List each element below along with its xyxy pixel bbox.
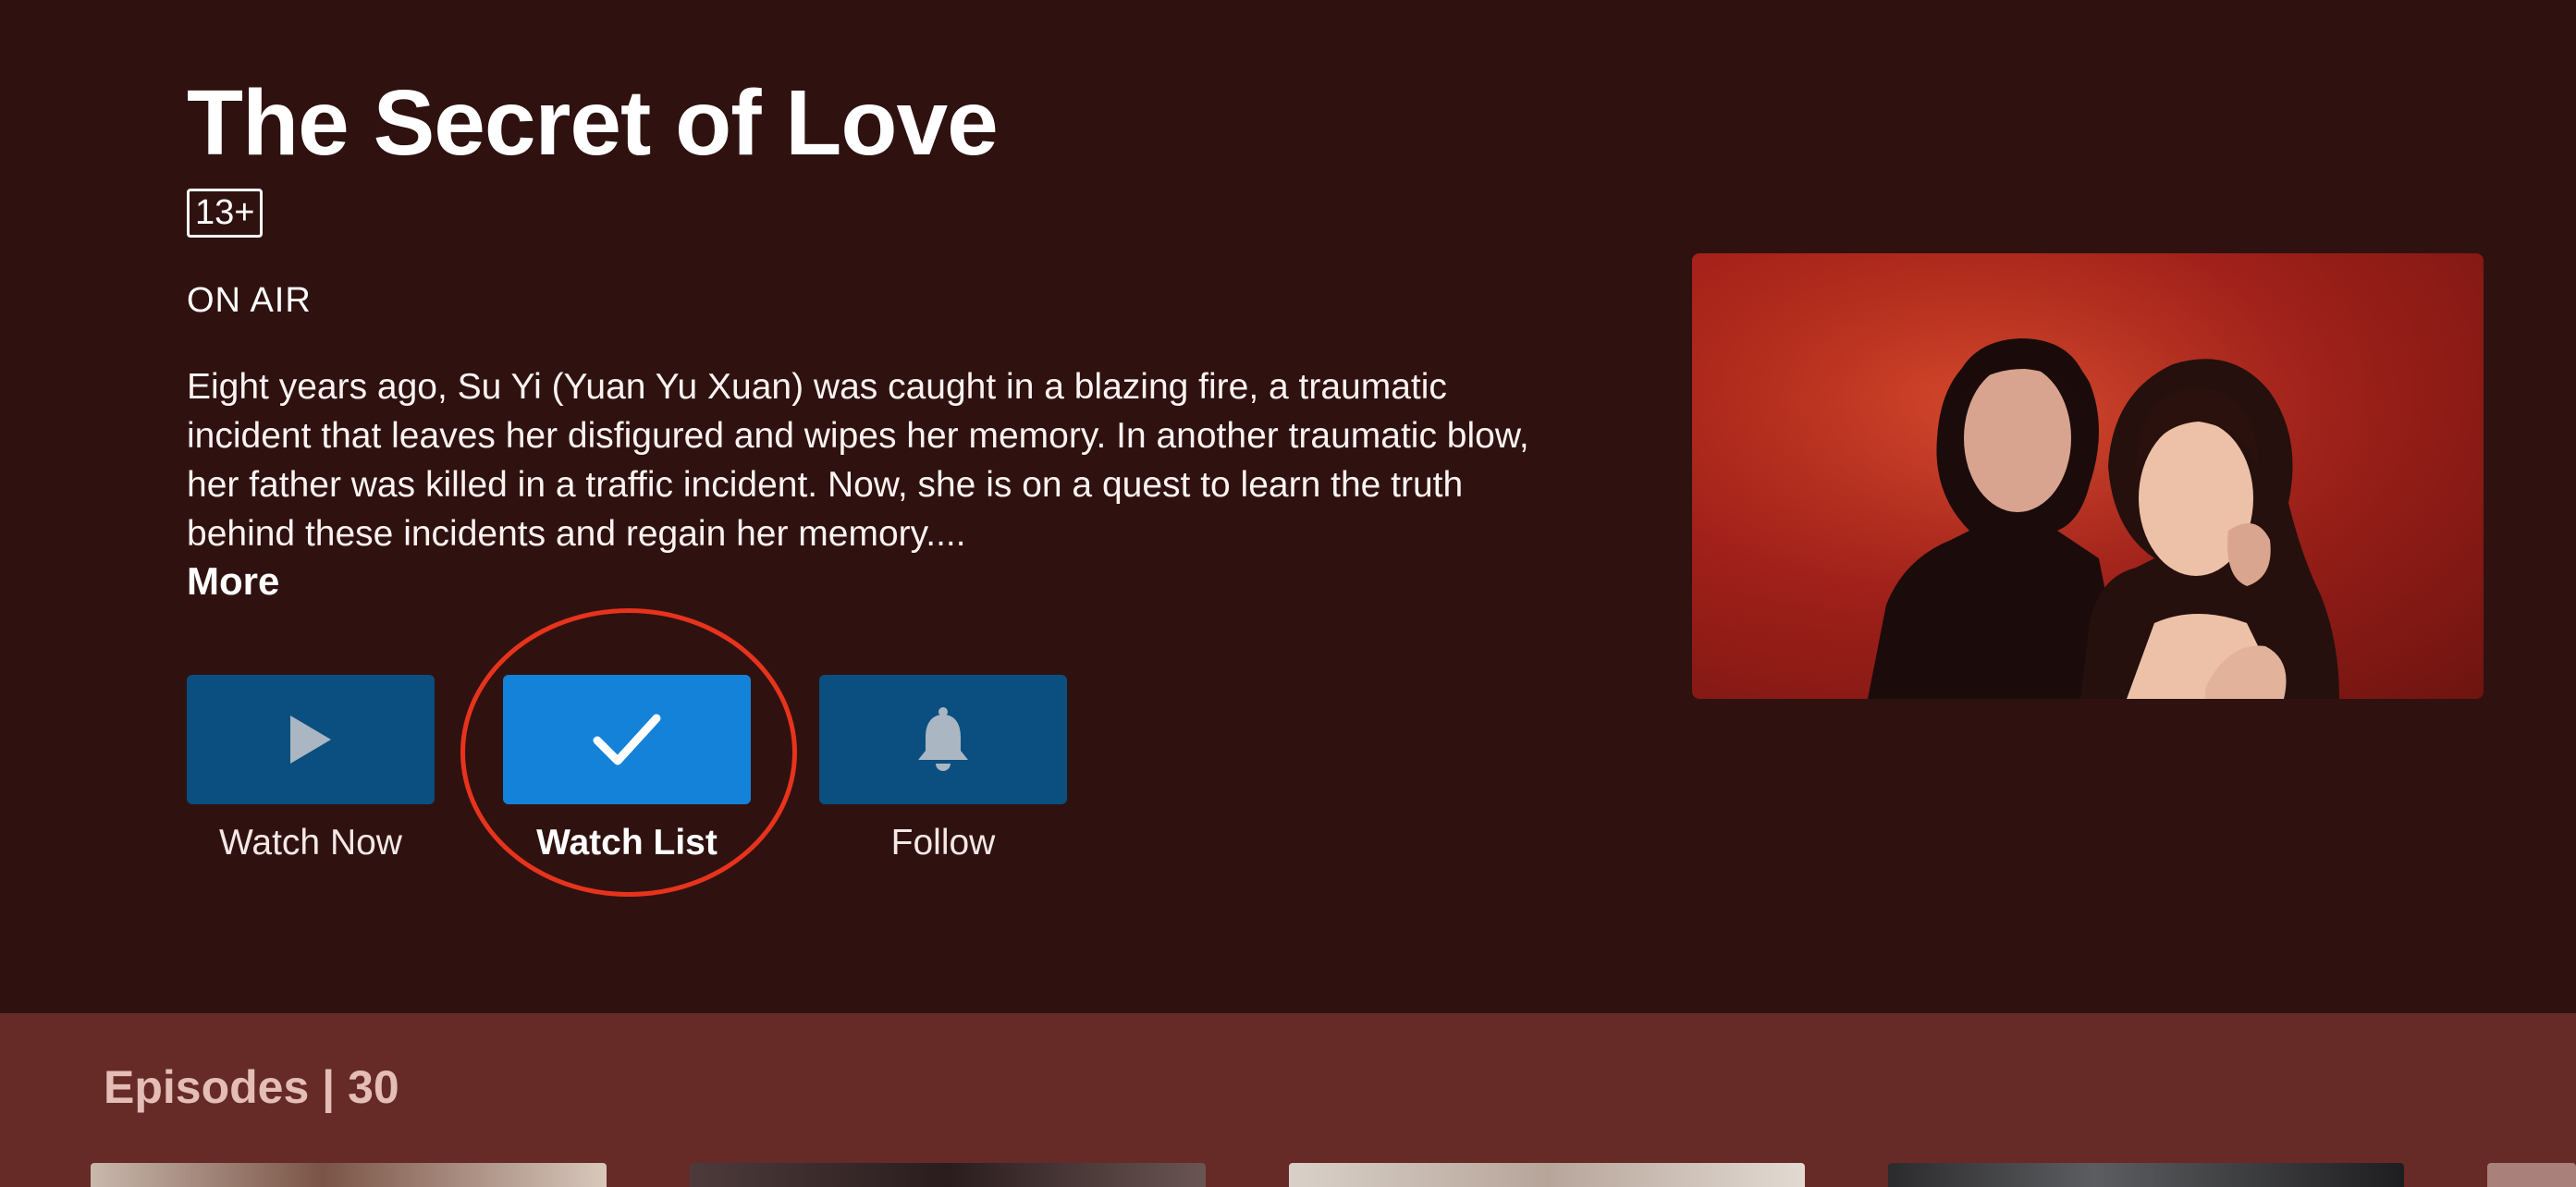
show-synopsis: Eight years ago, Su Yi (Yuan Yu Xuan) wa…	[187, 367, 1529, 554]
episode-thumbnail[interactable]	[1888, 1163, 2404, 1187]
watch-now-label: Watch Now	[219, 823, 402, 863]
episode-thumbnail[interactable]	[690, 1163, 1206, 1187]
more-link[interactable]: More	[187, 558, 279, 605]
episode-thumbnail[interactable]	[2487, 1163, 2576, 1187]
highlight-ring	[460, 608, 797, 897]
poster-artwork	[1692, 253, 2484, 699]
show-title: The Secret of Love	[187, 71, 999, 175]
play-icon	[290, 716, 331, 764]
episode-thumbnail[interactable]	[91, 1163, 607, 1187]
follow-label: Follow	[890, 823, 996, 863]
bell-icon	[918, 707, 968, 771]
episodes-heading: Episodes | 30	[104, 1061, 399, 1113]
airing-status: ON AIR	[187, 281, 312, 320]
follow-button[interactable]	[819, 675, 1067, 804]
episode-thumbnail[interactable]	[1289, 1163, 1805, 1187]
episodes-section: Episodes | 30	[0, 1013, 2576, 1187]
age-rating-badge: 13+	[187, 189, 264, 238]
watch-now-button[interactable]	[187, 675, 435, 804]
show-detail-page: The Secret of Love 13+ ON AIR Eight year…	[0, 0, 2576, 1187]
show-poster-image	[1692, 253, 2484, 699]
